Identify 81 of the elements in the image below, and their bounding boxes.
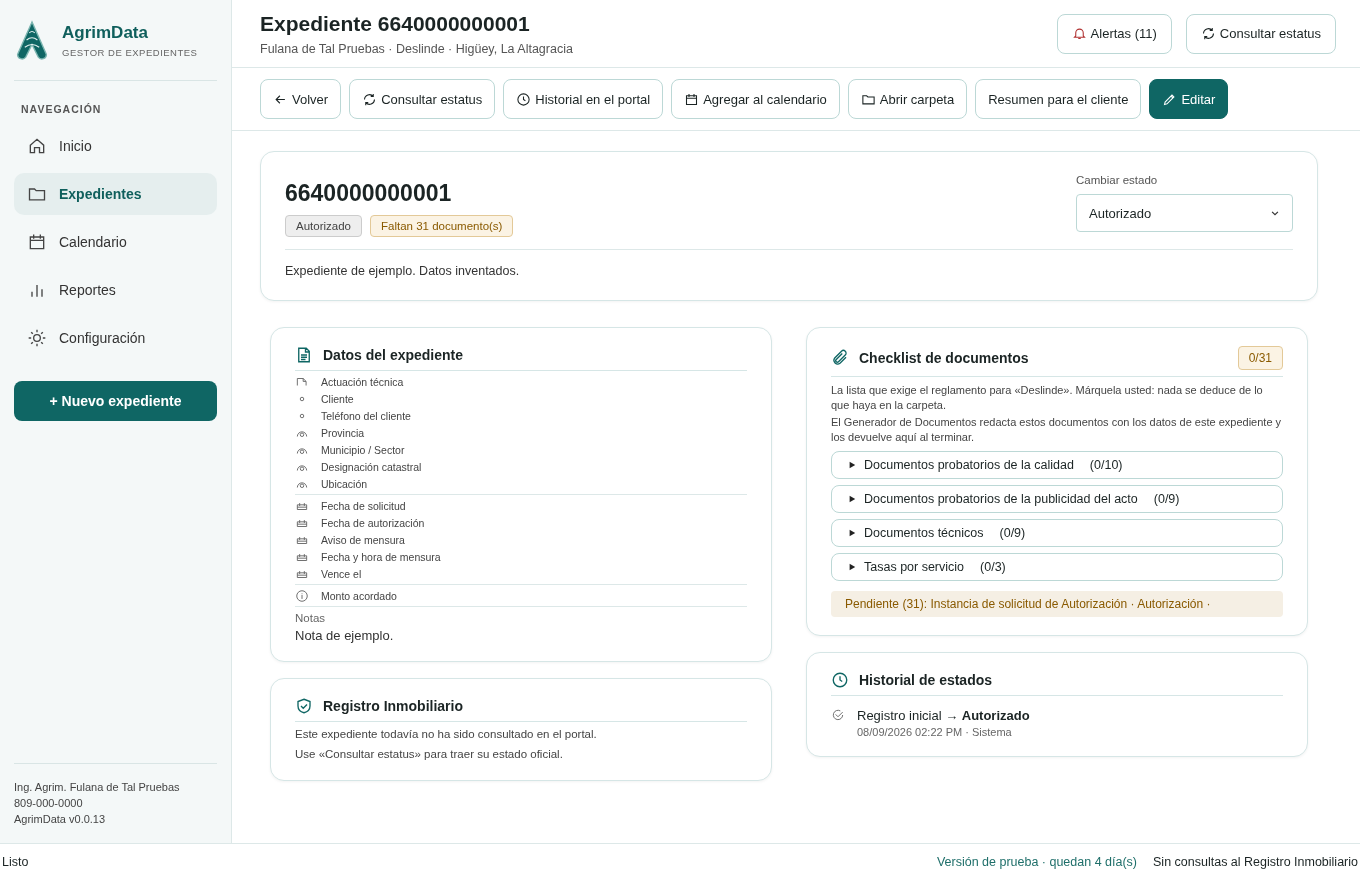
field-label: Actuación técnica [321,375,404,388]
field-label: Designación catastral [321,460,422,473]
check-icon [831,708,845,722]
clock-icon [831,671,849,689]
toolbar-button[interactable]: Editar [1149,79,1229,119]
field-label: Fecha y hora de mensura [321,550,441,563]
notes-label: Notas [295,612,327,624]
checklist-group[interactable]: Documentos probatorios de la publicidad del acto (0/9) [831,485,1283,513]
checklist-intro: La lista que exige el reglamento para «Deslinde». Márquela usted: nada se deduce de lo que haya en la carpeta. [831,383,1264,413]
refresh-icon [362,91,378,107]
user-info: AgrimData v0.0.13 [14,812,107,827]
user-info: Ing. Agrim. Fulana de Tal Pruebas [14,780,181,795]
history-meta: 08/09/2026 02:22 PM · Sistema [857,726,1013,738]
state-select[interactable]: Autorizado [1076,194,1293,232]
toolbar-button[interactable]: Volver [260,79,342,119]
file-number: 6640000000001 [285,180,453,207]
triangle-icon [848,563,856,571]
triangle-icon [848,529,856,537]
refresh-icon [1200,26,1216,41]
checklist-group[interactable]: Tasas por servicio (0/3) [831,553,1283,581]
status-badge: Autorizado [285,215,362,237]
home-icon [27,136,47,156]
field-label: Ubicación [321,477,368,490]
card-title: Datos del expediente [323,347,464,363]
nav-item[interactable]: Reportes [14,269,217,311]
field-label: Teléfono del cliente [321,409,411,422]
field-label: Aviso de mensura [321,533,405,546]
paperclip-icon [831,349,849,367]
nav-heading: NAVEGACIÓN [20,102,103,117]
notes-text: Nota de ejemplo. [295,628,395,643]
toolbar-button[interactable]: Abrir carpeta [847,79,968,119]
card-title: Historial de estados [859,672,993,688]
user-info: 809-000-0000 [14,796,84,811]
info-icon [295,588,309,603]
logo-icon [14,20,50,60]
checklist-group[interactable]: Documentos técnicos (0/9) [831,519,1283,547]
nav-item[interactable]: Calendario [14,221,217,263]
checklist-group[interactable]: Documentos probatorios de la calidad (0/10) [831,451,1283,479]
triangle-icon [848,461,856,469]
nav-item[interactable]: Inicio [14,125,217,167]
toolbar-button[interactable]: Consultar estatus [349,79,496,119]
brand-name: AgrimData [62,22,149,43]
document-icon [295,346,313,364]
field-label: Vence el [321,567,362,580]
triangle-icon [848,495,856,503]
card-title: Registro Inmobiliario [323,698,463,714]
toolbar-button[interactable]: Resumen para el cliente [975,79,1142,119]
calendar-icon [684,91,700,107]
registry-text: Use «Consultar estatus» para traer su estado oficial. [295,747,564,762]
count-badge: 0/31 [1237,346,1283,370]
status-badge: Faltan 31 documento(s) [370,215,514,237]
field-label: Monto acordado [321,589,397,602]
history-entry: Registro inicial → Autorizado [857,708,1030,723]
field-label: Fecha de solicitud [321,499,406,512]
toolbar-button[interactable]: Agregar al calendario [671,79,840,119]
card-title: Checklist de documentos [859,350,1029,366]
pending-note: Pendiente (31): Instancia de solicitud de Autorización · Autorización · [831,591,1283,617]
file-description: Expediente de ejemplo. Datos inventados. [285,263,521,278]
registry-status: Sin consultas al Registro Inmobiliario [1153,855,1358,869]
bell-icon [1071,26,1087,41]
header-button[interactable]: Consultar estatus [1185,13,1336,54]
toolbar-button[interactable]: Historial en el portal [503,79,664,119]
header-button[interactable]: Alertas (11) [1056,13,1172,54]
calendar-icon [27,232,47,252]
nav-item[interactable]: Expedientes [14,173,217,215]
new-file-button[interactable]: + Nuevo expediente [14,381,217,421]
page-subtitle: Fulana de Tal Pruebas · Deslinde · Higüey, La Altagracia [260,41,573,56]
checklist-intro: El Generador de Documentos redacta estos documentos con los datos de este expediente y los devuelve aquí al terminar. [831,415,1283,445]
clock-icon [516,91,532,107]
shield-icon [295,697,313,715]
field-label: Cliente [321,392,354,405]
trial-notice: Versión de prueba · quedan 4 día(s) [936,855,1138,869]
status-text: Listo [2,855,29,869]
brand-tagline: GESTOR DE EXPEDIENTES [62,46,198,58]
page-title: Expediente 6640000000001 [260,11,531,36]
field-label: Fecha de autorización [321,516,425,529]
registry-text: Este expediente todavía no ha sido consultado en el portal. [295,727,598,742]
field-label: Municipio / Sector [321,443,405,456]
field-label: Provincia [321,426,365,439]
nav-item[interactable]: Configuración [14,317,217,359]
state-label: Cambiar estado [1076,174,1159,186]
